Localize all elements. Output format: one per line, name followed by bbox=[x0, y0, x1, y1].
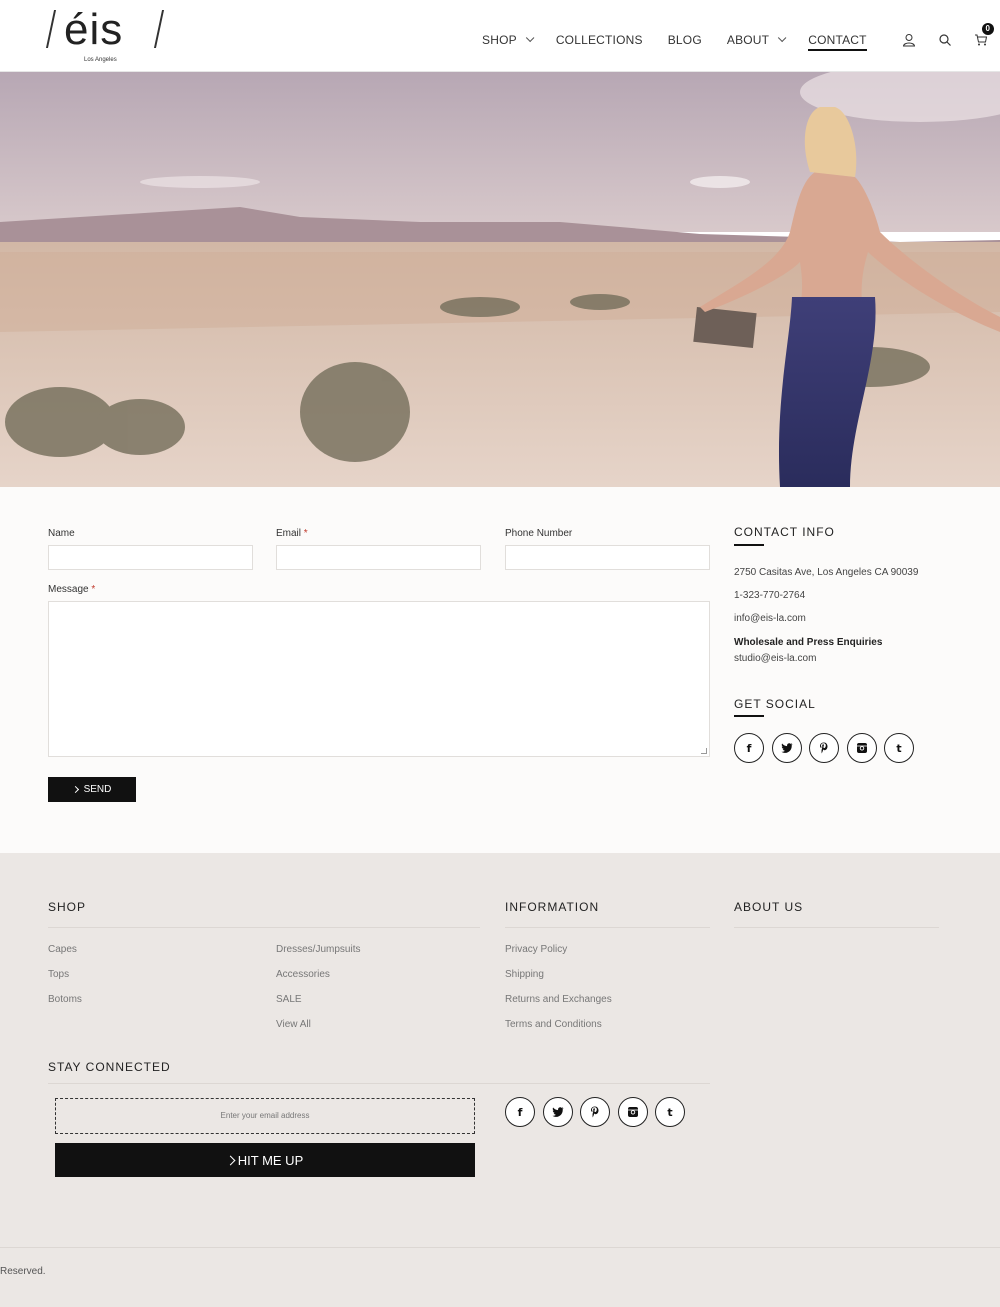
wholesale-email[interactable]: studio@eis-la.com bbox=[734, 653, 816, 664]
name-label: Name bbox=[48, 528, 75, 539]
message-field[interactable] bbox=[48, 601, 710, 757]
divider bbox=[48, 1083, 710, 1084]
footer-link[interactable]: SALE bbox=[276, 994, 302, 1005]
twitter-icon[interactable] bbox=[542, 1097, 573, 1127]
nav-item-label: ABOUT bbox=[726, 33, 770, 47]
nav-item-about[interactable]: ABOUT bbox=[726, 33, 787, 47]
instagram-icon[interactable] bbox=[846, 733, 877, 763]
pinterest-icon[interactable] bbox=[809, 733, 839, 763]
main-nav: SHOP COLLECTIONS BLOG ABOUT CONTACT 0 bbox=[482, 23, 1000, 51]
nav-item-label: BLOG bbox=[667, 33, 702, 47]
send-button[interactable]: SEND bbox=[48, 777, 136, 802]
tumblr-icon[interactable]: t bbox=[655, 1097, 685, 1127]
nav-item-shop[interactable]: SHOP bbox=[482, 33, 535, 47]
footer-shop-title: SHOP bbox=[48, 900, 87, 914]
contact-address: 2750 Casitas Ave, Los Angeles CA 90039 bbox=[734, 567, 919, 578]
message-label-text: Message bbox=[48, 584, 89, 595]
nav-item-collections[interactable]: COLLECTIONS bbox=[556, 33, 643, 47]
phone-label-text: Phone Number bbox=[505, 528, 573, 539]
email-label: Email * bbox=[276, 528, 308, 539]
email-label-text: Email bbox=[276, 528, 302, 539]
email-field[interactable] bbox=[276, 545, 481, 570]
search-icon[interactable] bbox=[938, 33, 952, 47]
footer-link[interactable]: Dresses/Jumpsuits bbox=[276, 944, 360, 955]
tumblr-icon[interactable]: t bbox=[884, 733, 914, 763]
divider bbox=[734, 927, 939, 928]
site-header: éis Los Angeles SHOP COLLECTIONS BLOG AB… bbox=[0, 0, 1000, 72]
facebook-icon[interactable]: f bbox=[734, 733, 764, 763]
footer-link[interactable]: Privacy Policy bbox=[505, 944, 567, 955]
twitter-icon[interactable] bbox=[771, 733, 802, 763]
footer-link[interactable]: Capes bbox=[48, 944, 77, 955]
nav-item-blog[interactable]: BLOG bbox=[668, 33, 702, 47]
footer-information-title: INFORMATION bbox=[505, 900, 600, 914]
title-underline bbox=[734, 715, 764, 717]
divider bbox=[0, 1247, 1000, 1248]
user-icon[interactable] bbox=[902, 33, 916, 47]
nav-item-contact[interactable]: CONTACT bbox=[808, 33, 867, 51]
cart-icon[interactable]: 0 bbox=[974, 23, 994, 47]
instagram-icon[interactable] bbox=[617, 1097, 648, 1127]
name-label-text: Name bbox=[48, 528, 75, 539]
required-mark: * bbox=[91, 584, 96, 595]
get-social-title: GET SOCIAL bbox=[734, 697, 816, 711]
chevron-right-icon bbox=[71, 785, 79, 794]
stay-connected-title: STAY CONNECTED bbox=[48, 1060, 171, 1074]
logo-slash-right bbox=[153, 10, 165, 48]
footer-link[interactable]: View All bbox=[276, 1019, 311, 1030]
brand-logo[interactable]: éis Los Angeles bbox=[45, 5, 170, 66]
nav-item-label: CONTACT bbox=[808, 33, 867, 47]
name-field[interactable] bbox=[48, 545, 253, 570]
contact-phone: 1-323-770-2764 bbox=[734, 590, 806, 601]
phone-label: Phone Number bbox=[505, 528, 572, 539]
chevron-down-icon bbox=[525, 33, 535, 43]
wholesale-title: Wholesale and Press Enquiries bbox=[734, 637, 883, 648]
contact-email[interactable]: info@eis-la.com bbox=[734, 613, 806, 624]
chevron-down-icon bbox=[778, 33, 787, 43]
footer-link[interactable]: Terms and Conditions bbox=[505, 1019, 602, 1030]
subscribe-button-label: HIT ME UP bbox=[237, 1152, 304, 1168]
message-label: Message * bbox=[48, 584, 95, 595]
divider bbox=[505, 927, 710, 928]
cart-count-badge: 0 bbox=[981, 23, 994, 35]
facebook-icon[interactable]: f bbox=[505, 1097, 535, 1127]
social-links: f t bbox=[734, 733, 922, 763]
contact-section: Name Email * Phone Number Message * SEND… bbox=[0, 487, 1000, 853]
footer-link[interactable]: Shipping bbox=[505, 969, 544, 980]
nav-item-label: SHOP bbox=[482, 33, 517, 47]
footer-link[interactable]: Accessories bbox=[276, 969, 330, 980]
contact-info-title: CONTACT INFO bbox=[734, 525, 835, 539]
footer-about-title: ABOUT US bbox=[734, 900, 804, 914]
send-button-label: SEND bbox=[83, 784, 112, 795]
footer-link[interactable]: Botoms bbox=[48, 994, 82, 1005]
brand-tagline: Los Angeles bbox=[84, 57, 117, 63]
footer-link[interactable]: Returns and Exchanges bbox=[505, 994, 612, 1005]
brand-name: éis bbox=[64, 5, 124, 54]
divider bbox=[48, 927, 480, 928]
footer-social-links: f t bbox=[505, 1097, 693, 1127]
resize-handle-icon[interactable] bbox=[701, 748, 707, 754]
chevron-right-icon bbox=[225, 1155, 236, 1165]
phone-field[interactable] bbox=[505, 545, 710, 570]
newsletter-email-input[interactable]: Enter your email address bbox=[55, 1098, 475, 1134]
copyright-text: Reserved. bbox=[0, 1266, 46, 1277]
hero-image bbox=[0, 72, 1000, 487]
logo-slash-left bbox=[45, 10, 57, 48]
subscribe-button[interactable]: HIT ME UP bbox=[55, 1143, 475, 1177]
footer-link[interactable]: Tops bbox=[48, 969, 69, 980]
nav-item-label: COLLECTIONS bbox=[555, 33, 643, 47]
pinterest-icon[interactable] bbox=[580, 1097, 610, 1127]
site-footer: SHOP Capes Tops Botoms Dresses/Jumpsuits… bbox=[0, 853, 1000, 1307]
title-underline bbox=[734, 544, 764, 546]
required-mark: * bbox=[303, 528, 308, 539]
